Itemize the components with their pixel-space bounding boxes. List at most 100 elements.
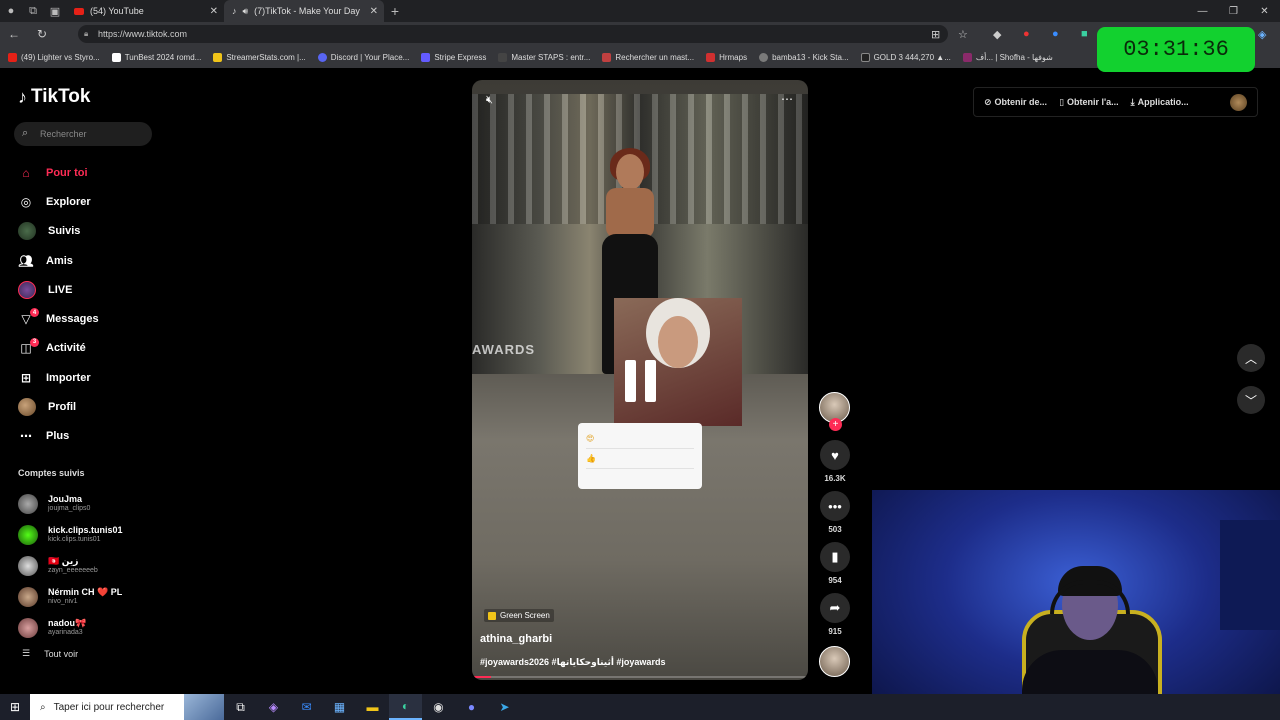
tab-actions-icon[interactable]: ▣ [44, 0, 66, 22]
sidebar-item-messages[interactable]: ▽ 4 Messages [18, 304, 168, 333]
following-item[interactable]: kick.clips.tunis01 kick.clips.tunis01 [18, 519, 168, 550]
video-caption[interactable]: #joyawards2026 #أثيناوحكاياتها #joyaward… [480, 657, 665, 668]
following-item[interactable]: nadou🎀 ayarinada3 [18, 612, 168, 643]
sidebar-item-explorer[interactable]: ◎ Explorer [18, 187, 168, 216]
progress-fill [474, 676, 491, 678]
edge-icon[interactable]: ◐ [389, 694, 422, 720]
effect-tag[interactable]: Green Screen [484, 609, 554, 622]
sidebar-item-profil[interactable]: Profil [18, 392, 168, 421]
follow-plus-icon[interactable]: + [829, 418, 842, 431]
desktop-app-button[interactable]: ⤓ Applicatio... [1131, 97, 1189, 108]
sidebar-item-activite[interactable]: ◫ 3 Activité [18, 334, 168, 363]
bookmark[interactable]: أف... | Shofha - شوفها [962, 52, 1053, 62]
next-video-button[interactable]: ﹀ [1237, 386, 1265, 414]
lock-icon[interactable]: 🔒︎ [84, 29, 88, 39]
bookmark[interactable]: StreamerStats.com |... [213, 52, 306, 62]
bookmark[interactable]: bamba13 - Kick Sta... [759, 52, 849, 62]
sidebar-item-label: Activité [46, 342, 86, 355]
minimize-icon[interactable]: — [1187, 0, 1218, 22]
bookmark[interactable]: Master STAPS : entr... [498, 52, 590, 62]
bookmark-icon[interactable]: ▮ [820, 542, 850, 572]
user-avatar[interactable] [1230, 94, 1247, 111]
pause-icon[interactable] [620, 360, 660, 402]
url-field[interactable]: 🔒︎ https://www.tiktok.com [78, 25, 948, 43]
copilot-icon[interactable]: ◈ [1258, 22, 1266, 46]
see-all-link[interactable]: ☰ Tout voir [22, 648, 78, 659]
back-icon[interactable]: ← [0, 22, 28, 46]
bookmark-icon [706, 52, 716, 62]
sidebar-item-plus[interactable]: ⋯ Plus [18, 422, 168, 451]
reload-icon[interactable]: ↻ [28, 22, 56, 46]
sidebar-item-suivis[interactable]: Suivis [18, 217, 168, 246]
sidebar-item-pour-toi[interactable]: ⌂ Pour toi [18, 158, 168, 187]
star-icon[interactable]: ☆ [958, 22, 968, 46]
maximize-icon[interactable]: ❐ [1218, 0, 1249, 22]
extension-icon[interactable]: ● [1052, 22, 1059, 46]
bookmark[interactable]: Stripe Express [421, 52, 486, 62]
sidebar-item-live[interactable]: LIVE [18, 275, 168, 304]
search-input[interactable]: ⌕ Rechercher [14, 122, 152, 146]
bookmark[interactable]: TunBest 2024 romd... [111, 52, 202, 62]
task-view-icon[interactable]: ⧉ [224, 694, 257, 720]
close-window-icon[interactable]: ✕ [1249, 0, 1280, 22]
tiktok-note-icon: ♪ [18, 86, 27, 107]
bookmark-label: Discord | Your Place... [330, 52, 410, 62]
bookmark[interactable]: (49) Lighter vs Styro... [8, 52, 100, 62]
tab-youtube[interactable]: (54) YouTube ✕ [66, 0, 224, 22]
copilot-icon[interactable]: ◈ [257, 694, 290, 720]
creator-avatar[interactable]: + [819, 392, 850, 431]
sound-avatar[interactable] [819, 646, 850, 677]
extension-icon[interactable]: ■ [1081, 22, 1088, 46]
folder-icon[interactable]: ▬ [356, 694, 389, 720]
following-item[interactable]: Nérmin CH ❤️ PL nivo_niv1 [18, 581, 168, 612]
telegram-icon[interactable]: ➤ [488, 694, 521, 720]
video-player[interactable]: AWARDS 😍 👍 🔇︎ ⋯ Green Screen athina_ghar… [472, 80, 808, 680]
like-action[interactable]: ♥ 16.3K [819, 440, 851, 483]
obs-icon[interactable]: ◉ [422, 694, 455, 720]
home-icon: ⌂ [22, 165, 30, 180]
heart-icon[interactable]: ♥ [820, 440, 850, 470]
windows-start-icon[interactable]: ⊞ [0, 694, 30, 720]
store-icon[interactable]: ▦ [323, 694, 356, 720]
bookmark[interactable]: Rechercher un mast... [602, 52, 694, 62]
mute-icon[interactable]: 🔇︎ [486, 94, 493, 107]
tiktok-icon: ♪ [232, 6, 237, 16]
taskbar-search[interactable]: ⌕ Taper ici pour rechercher [30, 694, 224, 720]
workspaces-icon[interactable]: ⧉ [22, 0, 44, 22]
close-tab-icon[interactable]: ✕ [370, 6, 378, 17]
discord-icon[interactable]: ● [455, 694, 488, 720]
share-icon[interactable]: ➦ [820, 593, 850, 623]
extension-icon[interactable]: ● [1023, 22, 1030, 46]
effect-label: Green Screen [500, 611, 550, 620]
video-progress-bar[interactable] [474, 676, 806, 678]
profile-icon[interactable]: ● [0, 0, 22, 22]
tiktok-logo[interactable]: ♪ TikTok [18, 86, 90, 108]
app-install-icon[interactable]: ⊞ [931, 22, 940, 46]
get-coins-button[interactable]: ⊘ Obtenir de... [984, 97, 1047, 108]
close-tab-icon[interactable]: ✕ [210, 6, 218, 17]
tab-tiktok[interactable]: ♪ 🔊︎ (7)TikTok - Make Your Day ✕ [224, 0, 384, 22]
bookmark[interactable]: GOLD 3 444,270 ▲... [860, 52, 951, 62]
save-action[interactable]: ▮ 954 [819, 542, 851, 585]
new-tab-icon[interactable]: + [384, 0, 406, 22]
get-app-button[interactable]: ▯ Obtenir l'a... [1059, 97, 1119, 108]
previous-video-button[interactable]: ︿ [1237, 344, 1265, 372]
sidebar-item-amis[interactable]: 👥︎ Amis [18, 246, 168, 275]
comment-action[interactable]: ••• 503 [819, 491, 851, 534]
activity-badge: 3 [30, 337, 39, 347]
sidebar-item-importer[interactable]: ⊞ Importer [18, 363, 168, 392]
share-action[interactable]: ➦ 915 [819, 593, 851, 636]
extension-icon[interactable]: ◆ [993, 22, 1001, 46]
more-options-icon[interactable]: ⋯ [781, 92, 794, 106]
bookmark-label: TunBest 2024 romd... [124, 52, 202, 62]
bookmark[interactable]: Hrmaps [706, 52, 747, 62]
video-author[interactable]: athina_gharbi [480, 633, 552, 645]
comment-icon[interactable]: ••• [820, 491, 850, 521]
following-item[interactable]: JouJma joujma_clips0 [18, 488, 168, 519]
avatar [18, 555, 38, 576]
outlook-icon[interactable]: ✉ [290, 694, 323, 720]
following-item[interactable]: 🇹🇳 زين zayn_eeeeeeeb [18, 550, 168, 581]
bookmark[interactable]: Discord | Your Place... [317, 52, 410, 62]
discord-icon [317, 52, 327, 62]
speaker-icon[interactable]: 🔊︎ [243, 6, 249, 17]
